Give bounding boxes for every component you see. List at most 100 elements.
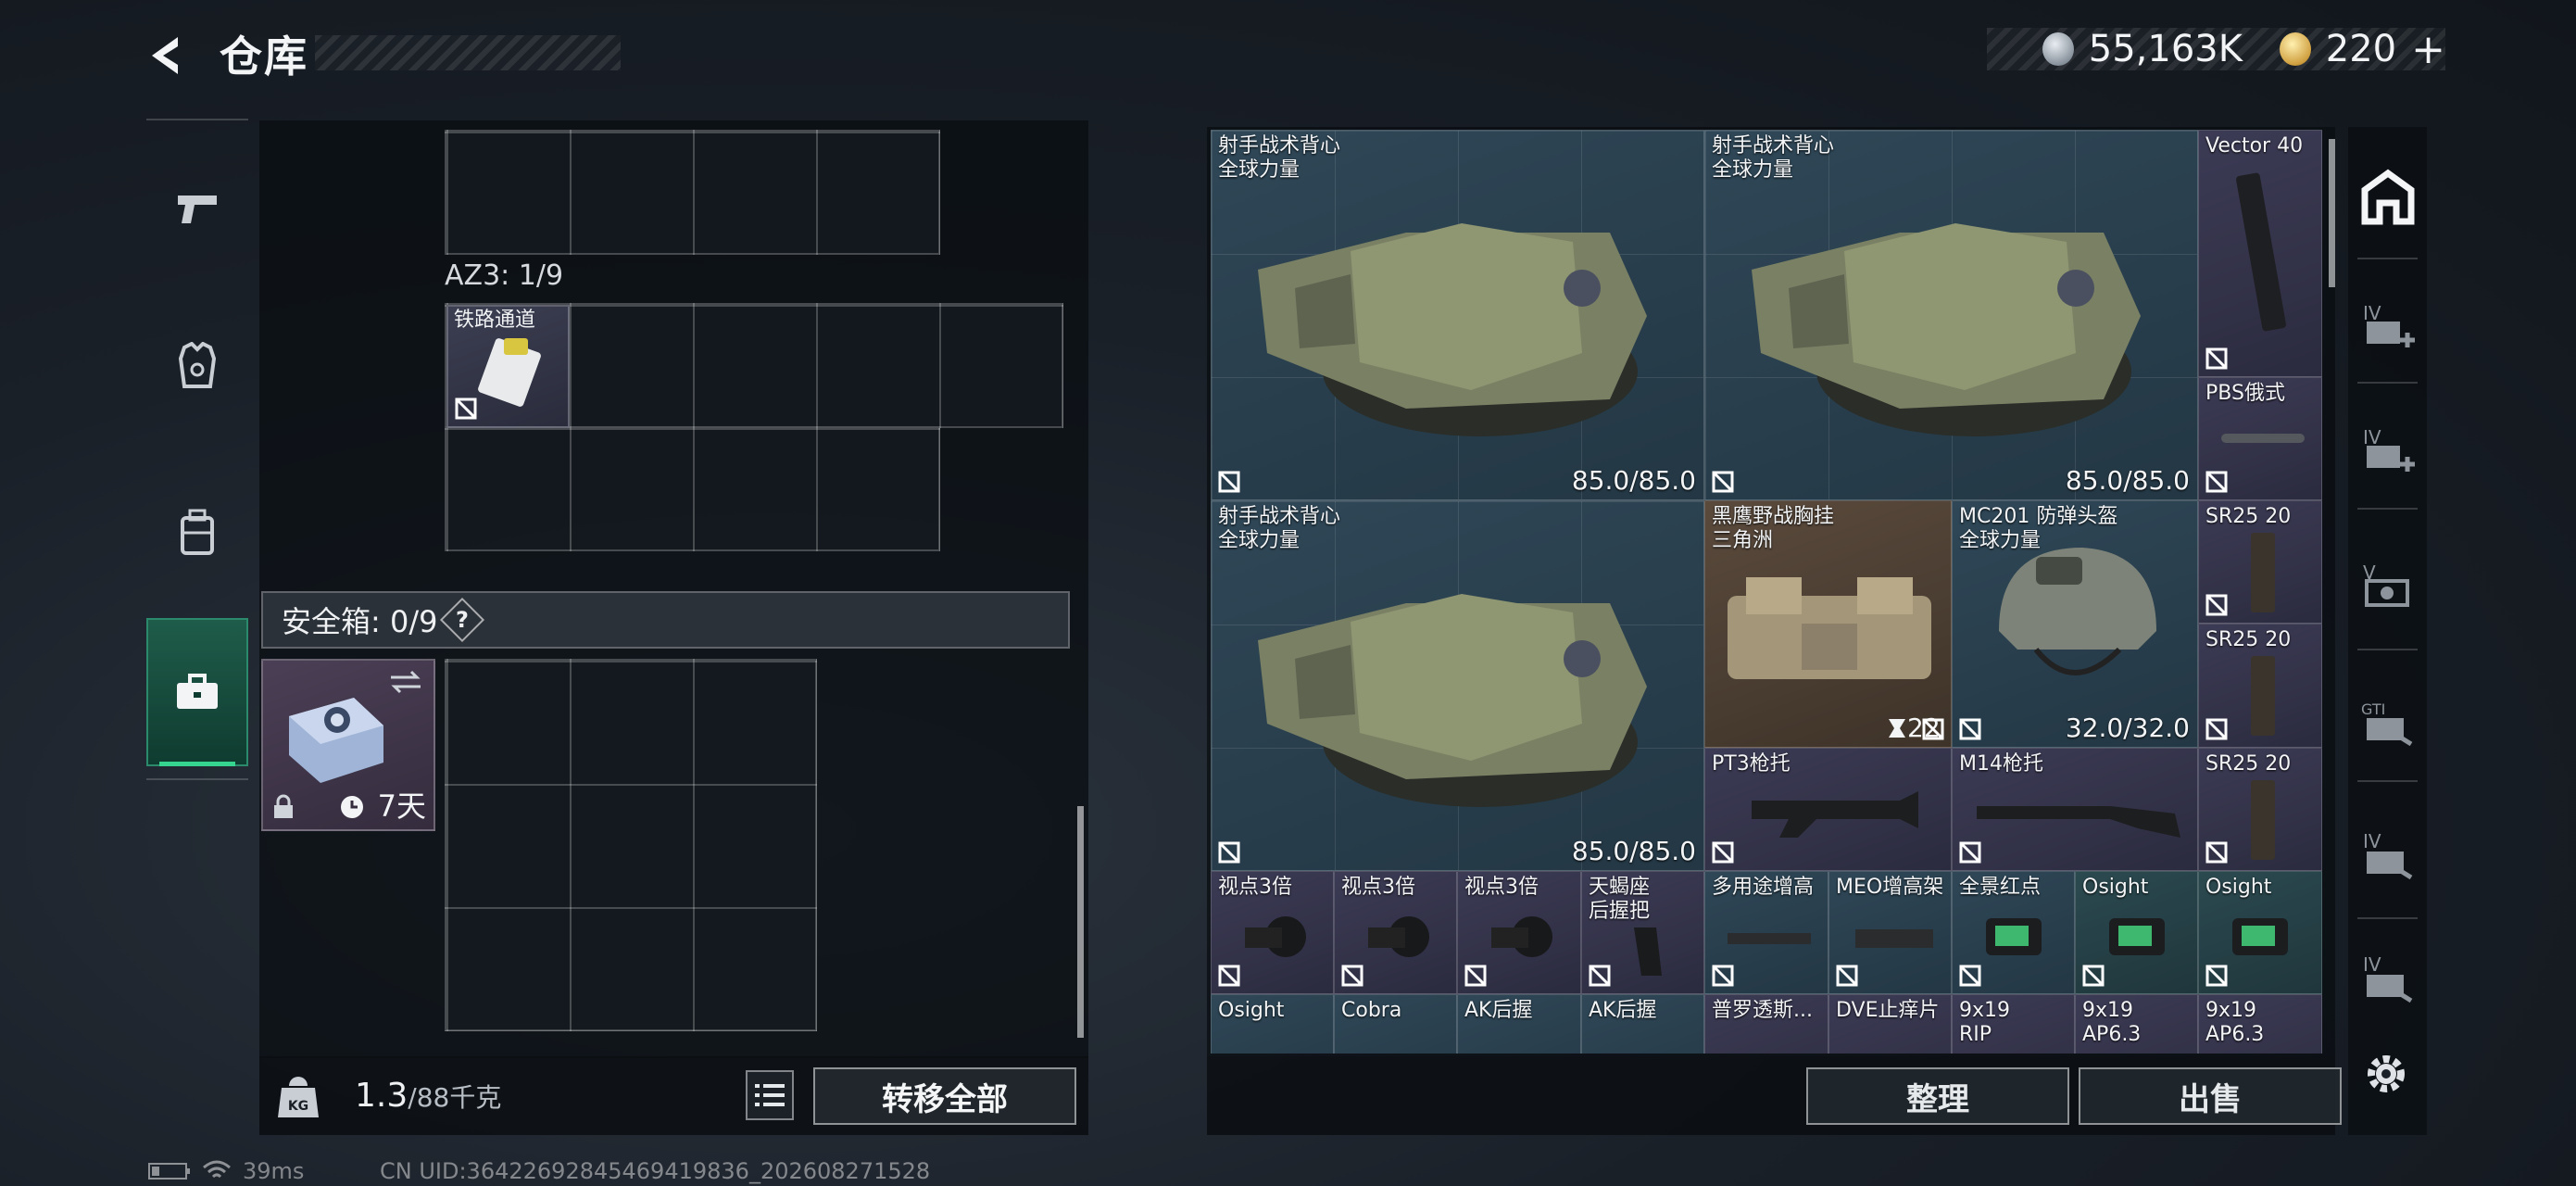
pistol-icon	[178, 196, 217, 223]
bound-icon	[1836, 965, 1858, 987]
help-button[interactable]: ?	[440, 597, 485, 643]
container-grid-top[interactable]	[445, 130, 940, 255]
az3-capacity-label: AZ3: 1/9	[445, 259, 564, 292]
filter-vest[interactable]: V	[2348, 528, 2427, 639]
gold-amount: 220	[2325, 28, 2397, 70]
sight-item[interactable]: 全景红点	[1952, 871, 2075, 994]
ammo-item[interactable]: 9x19 RIP	[1952, 994, 2075, 1054]
stock-icon	[1977, 806, 2180, 838]
grip-item[interactable]: 天蝎座 后握把	[1581, 871, 1704, 994]
helmet-icon	[1999, 548, 2156, 675]
chest-rig-item[interactable]: 黑鹰野战胸挂 三角洲 22	[1704, 500, 1952, 748]
toolbox-icon	[177, 674, 218, 709]
item-label: PT3枪托	[1712, 752, 1791, 776]
magazine-item[interactable]: Vector 40	[2198, 130, 2322, 377]
magazine-icon	[2236, 172, 2286, 332]
magazine-item[interactable]: SR25 20	[2198, 748, 2322, 871]
scope-item[interactable]: 视点3倍	[1334, 871, 1457, 994]
sight-item[interactable]: Osight	[1211, 994, 1334, 1054]
ammo-item[interactable]: 9x19 AP6.3	[2198, 994, 2322, 1054]
bound-icon	[455, 397, 477, 420]
safe-box-grid[interactable]	[445, 659, 817, 1031]
bound-icon	[1589, 965, 1611, 987]
svg-text:IV: IV	[2363, 830, 2381, 852]
safe-case-item[interactable]: 7天	[261, 659, 435, 831]
tab-backpack[interactable]	[146, 459, 248, 607]
add-currency-button[interactable]: +	[2411, 26, 2445, 73]
ammo-item[interactable]: 9x19 AP6.3	[2075, 994, 2198, 1054]
filter-divider	[2357, 780, 2418, 782]
filter-iv-2[interactable]: IV	[2348, 927, 2427, 1028]
grip-item[interactable]: AK后握	[1457, 994, 1581, 1054]
list-view-button[interactable]	[746, 1070, 794, 1120]
stock-item[interactable]: M14枪托	[1952, 748, 2198, 871]
filter-medkit-2[interactable]: IV	[2348, 393, 2427, 504]
tactical-vest-icon	[1258, 594, 1647, 807]
sight-item[interactable]: Osight	[2075, 871, 2198, 994]
item-label: 黑鹰野战胸挂 三角洲	[1712, 505, 1835, 552]
bound-icon	[1341, 965, 1363, 987]
item-label: 天蝎座 后握把	[1589, 876, 1651, 923]
scope-item[interactable]: 视点3倍	[1211, 871, 1334, 994]
stock-item[interactable]: PT3枪托	[1704, 748, 1952, 871]
tab-safe-case[interactable]	[146, 618, 248, 766]
vest-item[interactable]: 射手战术背心 全球力量 85.0/85.0	[1704, 130, 2198, 500]
accessory-item[interactable]: DVE止痒片	[1828, 994, 1952, 1054]
durability-label: 85.0/85.0	[1571, 836, 1696, 866]
railway-item[interactable]: 铁路通道	[446, 305, 570, 428]
filter-iv[interactable]: IV	[2348, 799, 2427, 910]
mount-item[interactable]: 多用途增高	[1704, 871, 1828, 994]
item-label: 视点3倍	[1341, 876, 1415, 899]
red-dot-sight-icon	[1986, 918, 2042, 955]
item-label: SR25 20	[2205, 628, 2292, 651]
item-label: 视点3倍	[1218, 876, 1292, 899]
tactical-vest-icon	[1258, 223, 1647, 436]
sight-item[interactable]: Cobra	[1334, 994, 1457, 1054]
filter-gti[interactable]: GTI	[2348, 665, 2427, 776]
tab-weapons[interactable]	[146, 134, 248, 283]
stash-scrollbar[interactable]	[2329, 139, 2335, 287]
back-button[interactable]	[139, 28, 195, 83]
az3-grid-row2[interactable]	[445, 426, 940, 551]
vest-item[interactable]: 射手战术背心 全球力量 85.0/85.0	[1211, 500, 1704, 871]
stash-grid: 射手战术背心 全球力量 85.0/85.0 射手战术背心 全球力量 85.0/85.…	[1211, 130, 2327, 1054]
silver-coin-icon	[2042, 32, 2074, 66]
bound-icon	[2082, 965, 2105, 987]
item-label: 9x19 AP6.3	[2082, 999, 2142, 1046]
item-label: M14枪托	[1959, 752, 2043, 776]
bound-icon	[1959, 965, 1981, 987]
item-label: SR25 20	[2205, 505, 2292, 528]
settings-button[interactable]	[2357, 1045, 2415, 1103]
backpack-scrollbar[interactable]	[1077, 806, 1084, 1038]
bound-icon	[1218, 841, 1240, 864]
scope-icon	[1245, 916, 1306, 957]
suppressor-item[interactable]: PBS俄式	[2198, 377, 2322, 500]
grip-item[interactable]: AK后握	[1581, 994, 1704, 1054]
sort-button[interactable]: 整理	[1806, 1067, 2069, 1125]
item-label: 9x19 RIP	[1959, 999, 2011, 1046]
transfer-all-button[interactable]: 转移全部	[813, 1067, 1076, 1125]
item-label: AK后握	[1589, 999, 1657, 1022]
mount-item[interactable]: MEO增高架	[1828, 871, 1952, 994]
bound-icon	[2205, 594, 2228, 616]
helmet-item[interactable]: MC201 防弹头盔 全球力量 32.0/32.0	[1952, 500, 2198, 748]
red-dot-sight-icon	[2109, 918, 2165, 955]
swap-icon[interactable]	[387, 668, 424, 696]
battery-icon	[148, 1163, 190, 1180]
bound-icon	[1959, 841, 1981, 864]
sight-item[interactable]: Osight	[2198, 871, 2322, 994]
sell-button[interactable]: 出售	[2079, 1067, 2342, 1125]
durability-label: 85.0/85.0	[2065, 465, 2190, 496]
riser-mount-icon	[1728, 933, 1811, 944]
accessory-item[interactable]: 普罗透斯...	[1704, 994, 1828, 1054]
vest-item[interactable]: 射手战术背心 全球力量 85.0/85.0	[1211, 130, 1704, 500]
scope-item[interactable]: 视点3倍	[1457, 871, 1581, 994]
item-label: Cobra	[1341, 999, 1402, 1022]
filter-medkit[interactable]: IV	[2348, 269, 2427, 380]
filter-all[interactable]	[2348, 141, 2427, 252]
magazine-item[interactable]: SR25 20	[2198, 624, 2322, 748]
item-label: 视点3倍	[1464, 876, 1539, 899]
item-label: 9x19 AP6.3	[2205, 999, 2265, 1046]
magazine-item[interactable]: SR25 20	[2198, 500, 2322, 624]
tab-armor[interactable]	[146, 292, 248, 440]
